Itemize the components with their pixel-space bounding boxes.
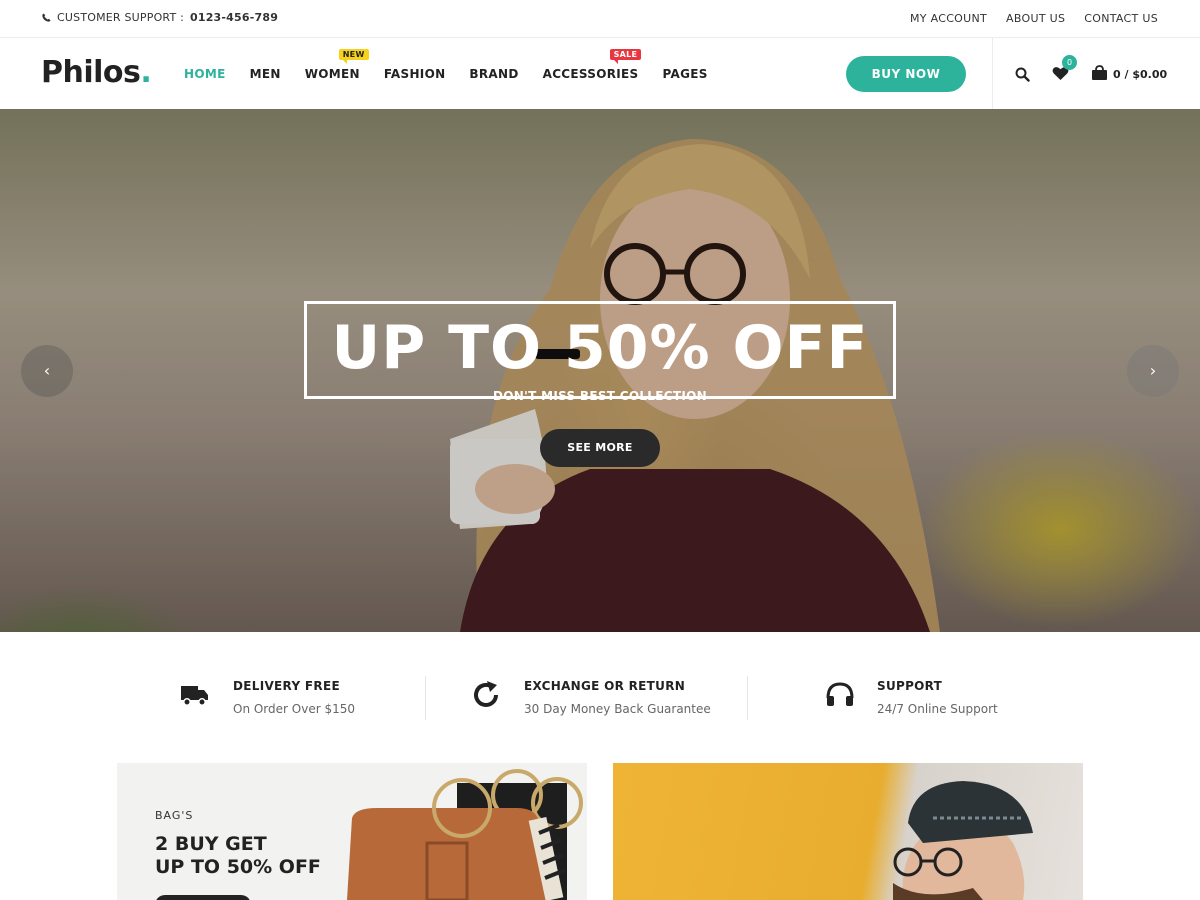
sale-badge: SALE (609, 49, 642, 64)
cart-summary[interactable]: 0 / $0.00 (1113, 68, 1167, 81)
banner-title-line: UP TO 50% OFF (155, 856, 321, 878)
my-account-link[interactable]: MY ACCOUNT (910, 12, 987, 25)
nav-home[interactable]: HOME (184, 67, 226, 81)
cart-icon[interactable] (1091, 65, 1108, 81)
feature-title: SUPPORT (877, 679, 943, 693)
nav-label: ACCESSORIES (542, 67, 639, 81)
hero-subtitle-text: DON'T MISS BEST COLLECTION (493, 389, 707, 403)
hero-slider: UP TO 50% OFF DON'T MISS BEST COLLECTION… (0, 109, 1200, 632)
banner-shop-button[interactable] (155, 895, 251, 900)
truck-icon (181, 686, 208, 706)
phone-icon (42, 13, 51, 22)
top-links: MY ACCOUNT ABOUT US CONTACT US (910, 12, 1158, 25)
see-more-button[interactable]: SEE MORE (540, 429, 660, 467)
nav-label: BRAND (469, 67, 519, 81)
nav-label: PAGES (662, 67, 708, 81)
slider-next-button[interactable]: › (1127, 345, 1179, 397)
hero-title: UP TO 50% OFF (331, 313, 869, 383)
nav-women[interactable]: WOMEN NEW (304, 49, 369, 81)
header-divider (992, 38, 993, 109)
buy-now-button[interactable]: BUY NOW (846, 56, 966, 92)
feature-title: DELIVERY FREE (233, 679, 340, 693)
feature-desc: 24/7 Online Support (877, 702, 998, 716)
main-header: Philos. HOME MEN WOMEN NEW FASHION BRAND … (0, 38, 1200, 109)
nav-men[interactable]: MEN (250, 67, 281, 81)
logo[interactable]: Philos. (41, 55, 152, 90)
wishlist-count: 0 (1062, 55, 1077, 70)
logo-dot: . (140, 55, 152, 90)
about-us-link[interactable]: ABOUT US (1006, 12, 1065, 25)
chevron-right-icon: › (1149, 361, 1157, 380)
refresh-icon (474, 681, 498, 707)
nav-label: HOME (184, 67, 226, 81)
nav-fashion[interactable]: FASHION (384, 67, 446, 81)
logo-text: Philos (41, 55, 141, 90)
support-label: CUSTOMER SUPPORT : (57, 11, 184, 24)
features-row: DELIVERY FREE On Order Over $150 EXCHANG… (0, 672, 1200, 722)
banner-title-line: 2 BUY GET (155, 833, 267, 855)
chevron-left-icon: ‹ (43, 361, 51, 380)
men-banner[interactable] (613, 763, 1083, 900)
nav-label: FASHION (383, 67, 446, 81)
nav-brand[interactable]: BRAND (469, 67, 518, 81)
slider-prev-button[interactable]: ‹ (21, 345, 73, 397)
contact-us-link[interactable]: CONTACT US (1084, 12, 1158, 25)
support-phone[interactable]: 0123-456-789 (190, 11, 278, 24)
nav-label: MEN (249, 67, 281, 81)
top-bar: CUSTOMER SUPPORT : 0123-456-789 MY ACCOU… (0, 0, 1200, 38)
search-icon[interactable] (1015, 67, 1030, 82)
feature-divider (747, 676, 748, 720)
nav-accessories[interactable]: ACCESSORIES SALE (542, 49, 642, 81)
main-nav: HOME MEN WOMEN NEW FASHION BRAND ACCESSOR… (184, 49, 732, 81)
nav-pages[interactable]: PAGES (663, 67, 708, 81)
bag-product-image (347, 769, 583, 900)
feature-delivery: DELIVERY FREE On Order Over $150 (180, 672, 410, 720)
man-model-image (893, 781, 1033, 900)
nav-label: WOMEN (304, 67, 360, 81)
headphones-icon (826, 682, 854, 706)
feature-support: SUPPORT 24/7 Online Support (825, 672, 1025, 720)
feature-divider (425, 676, 426, 720)
feature-desc: On Order Over $150 (233, 702, 355, 716)
bags-banner[interactable]: BAG'S 2 BUY GET UP TO 50% OFF (117, 763, 587, 900)
new-badge: NEW (338, 49, 369, 64)
banner-title: 2 BUY GET UP TO 50% OFF (155, 833, 321, 879)
feature-title: EXCHANGE OR RETURN (524, 679, 686, 693)
customer-support: CUSTOMER SUPPORT : 0123-456-789 (42, 11, 278, 24)
hero-subtitle: DON'T MISS BEST COLLECTION (470, 389, 730, 403)
feature-exchange: EXCHANGE OR RETURN 30 Day Money Back Gua… (472, 672, 722, 720)
feature-desc: 30 Day Money Back Guarantee (524, 702, 711, 716)
banner-category: BAG'S (155, 809, 194, 822)
